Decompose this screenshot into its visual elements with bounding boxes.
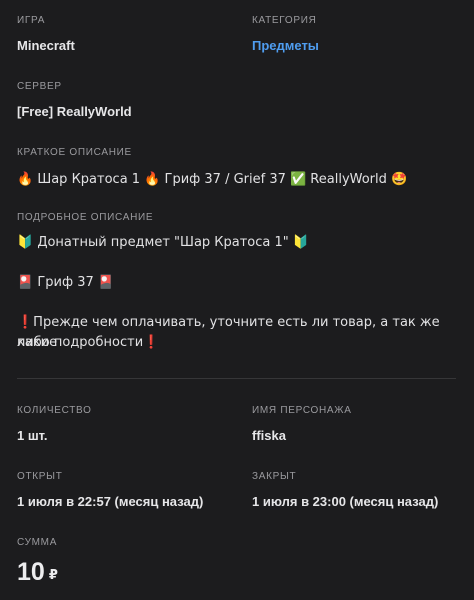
character-value: ffiska <box>252 428 286 443</box>
quantity-label: Количество <box>17 405 92 416</box>
short-description-label: Краткое описание <box>17 147 132 158</box>
full-description-line-1: 🔰 Донатный предмет "Шар Кратоса 1" 🔰 <box>17 235 310 250</box>
closed-value: 1 июля в 23:00 (месяц назад) <box>252 494 439 509</box>
category-label: Категория <box>252 15 317 26</box>
character-label: Имя персонажа <box>252 405 352 416</box>
server-field: Сервер [Free] ReallyWorld <box>17 81 132 120</box>
opened-field: Открыт 1 июля в 22:57 (месяц назад) <box>17 471 203 510</box>
section-divider <box>17 378 456 379</box>
quantity-value: 1 шт. <box>17 428 48 443</box>
game-field: Игра Minecraft <box>17 15 75 54</box>
server-value: [Free] ReallyWorld <box>17 104 132 119</box>
order-details-panel: Игра Minecraft Категория Предметы Сервер… <box>0 0 474 600</box>
sum-field: Сумма 10 ₽ <box>17 537 58 590</box>
full-description-field: Подробное описание <box>17 212 153 224</box>
short-description-field: Краткое описание 🔥 Шар Кратоса 1 🔥 Гриф … <box>17 147 407 190</box>
character-field: Имя персонажа ffiska <box>252 405 352 444</box>
full-description-line-4: либо подробности❗ <box>17 335 160 350</box>
currency-symbol: ₽ <box>48 567 58 582</box>
short-description-text: 🔥 Шар Кратоса 1 🔥 Гриф 37 / Grief 37 ✅ R… <box>17 172 408 187</box>
quantity-field: Количество 1 шт. <box>17 405 92 444</box>
sum-amount: 10 <box>17 558 45 586</box>
full-description-label: Подробное описание <box>17 212 154 223</box>
opened-value: 1 июля в 22:57 (месяц назад) <box>17 494 204 509</box>
category-link[interactable]: Предметы <box>252 38 319 54</box>
sum-label: Сумма <box>17 537 58 548</box>
category-field: Категория Предметы <box>252 15 319 54</box>
opened-label: Открыт <box>17 471 63 482</box>
game-value: Minecraft <box>17 38 75 53</box>
sum-value: 10 ₽ <box>17 557 58 590</box>
full-description-line-2: 🎴 Гриф 37 🎴 <box>17 275 115 290</box>
game-label: Игра <box>17 15 46 26</box>
server-label: Сервер <box>17 81 62 92</box>
closed-field: Закрыт 1 июля в 23:00 (месяц назад) <box>252 471 438 510</box>
closed-label: Закрыт <box>252 471 297 482</box>
